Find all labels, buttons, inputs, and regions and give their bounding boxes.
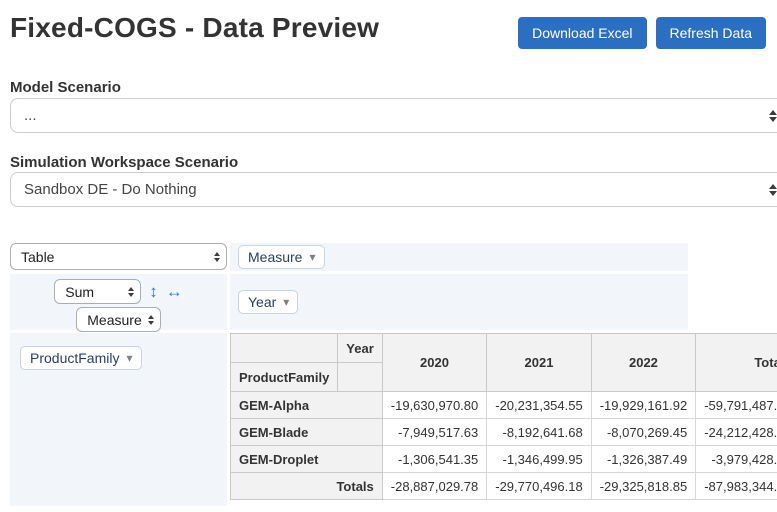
col-header-totals: Totals: [696, 334, 777, 392]
pivot-table: Year 2020 2021 2022 Totals ProductFamily…: [230, 333, 777, 500]
table-row: GEM-Alpha -19,630,970.80 -20,231,354.55 …: [231, 392, 777, 419]
row-total-cell: -3,979,428.78: [696, 446, 777, 473]
workspace-scenario-value: Sandbox DE - Do Nothing: [24, 181, 197, 198]
value-cell: -1,346,499.95: [487, 446, 591, 473]
value-cell: -1,326,387.49: [591, 446, 695, 473]
table-row: GEM-Blade -7,949,517.63 -8,192,641.68 -8…: [231, 419, 777, 446]
dropdown-triangle-icon[interactable]: ▾: [126, 352, 132, 364]
pivot-attr-year[interactable]: Year ▾: [238, 290, 298, 314]
value-cell: -1,306,541.35: [382, 446, 486, 473]
col-header-2021[interactable]: 2021: [487, 334, 591, 392]
pivot-unused-attrs-area: Measure ▾: [230, 243, 688, 271]
total-cell: -29,325,818.85: [591, 473, 695, 500]
model-scenario-value: ...: [24, 107, 37, 124]
pivot-attr-measure[interactable]: Measure ▾: [238, 245, 325, 269]
select-stepper-icon: [214, 252, 220, 262]
pivot-attr-productfamily-label: ProductFamily: [30, 350, 119, 366]
totals-row-label: Totals: [231, 473, 383, 500]
corner-blank-cell: [231, 334, 338, 363]
model-scenario-label: Model Scenario: [10, 79, 121, 96]
pivot-attr-measure-label: Measure: [248, 249, 302, 265]
download-excel-button[interactable]: Download Excel: [518, 17, 646, 49]
pivot-row-attrs-area: ProductFamily ▾: [10, 333, 227, 506]
select-stepper-icon: [769, 110, 777, 122]
renderer-select-value: Table: [21, 249, 54, 265]
row-axis-label: ProductFamily: [231, 363, 338, 392]
select-stepper-icon: [148, 315, 154, 325]
workspace-scenario-select[interactable]: Sandbox DE - Do Nothing: [10, 172, 777, 207]
value-cell: -19,929,161.92: [591, 392, 695, 419]
aggregator-arg-select[interactable]: Measure: [76, 307, 160, 332]
aggregator-select[interactable]: Sum: [54, 279, 141, 304]
pivot-vals-area: Sum ↕ ↔ Measure: [10, 274, 227, 330]
row-label[interactable]: GEM-Blade: [231, 419, 383, 446]
value-cell: -8,070,269.45: [591, 419, 695, 446]
move-vertical-icon[interactable]: ↕: [149, 283, 158, 300]
select-stepper-icon: [128, 287, 134, 297]
select-stepper-icon: [769, 184, 777, 196]
value-cell: -8,192,641.68: [487, 419, 591, 446]
pivot-attr-year-label: Year: [248, 294, 276, 310]
row-label[interactable]: GEM-Alpha: [231, 392, 383, 419]
page-title: Fixed-COGS - Data Preview: [10, 12, 379, 44]
row-label[interactable]: GEM-Droplet: [231, 446, 383, 473]
value-cell: -7,949,517.63: [382, 419, 486, 446]
move-horizontal-icon[interactable]: ↔: [166, 283, 183, 300]
pivot-col-attrs-area: Year ▾: [230, 274, 688, 330]
total-cell: -29,770,496.18: [487, 473, 591, 500]
model-scenario-select[interactable]: ...: [10, 98, 777, 133]
pivot-ui: Table Measure ▾ Sum ↕ ↔ Measure Year: [10, 243, 688, 506]
renderer-select[interactable]: Table: [10, 243, 227, 270]
pivot-output-area: Year 2020 2021 2022 Totals ProductFamily…: [230, 333, 688, 506]
totals-row: Totals -28,887,029.78 -29,770,496.18 -29…: [231, 473, 777, 500]
grand-total-cell: -87,983,344.81: [696, 473, 777, 500]
value-cell: -20,231,354.55: [487, 392, 591, 419]
corner-blank-cell: [338, 363, 382, 392]
table-row: GEM-Droplet -1,306,541.35 -1,346,499.95 …: [231, 446, 777, 473]
col-header-2020[interactable]: 2020: [382, 334, 486, 392]
row-total-cell: -24,212,428.76: [696, 419, 777, 446]
value-cell: -19,630,970.80: [382, 392, 486, 419]
total-cell: -28,887,029.78: [382, 473, 486, 500]
workspace-scenario-label: Simulation Workspace Scenario: [10, 154, 238, 171]
aggregator-select-value: Sum: [65, 284, 94, 300]
col-header-2022[interactable]: 2022: [591, 334, 695, 392]
pivot-attr-productfamily[interactable]: ProductFamily ▾: [20, 346, 142, 370]
row-total-cell: -59,791,487.27: [696, 392, 777, 419]
top-button-group: Download Excel Refresh Data: [518, 17, 766, 49]
aggregator-arg-value: Measure: [87, 312, 141, 328]
pivot-renderer-cell: Table: [10, 243, 227, 271]
refresh-data-button[interactable]: Refresh Data: [656, 17, 766, 49]
col-axis-label: Year: [338, 334, 382, 363]
dropdown-triangle-icon[interactable]: ▾: [283, 296, 289, 308]
dropdown-triangle-icon[interactable]: ▾: [309, 251, 315, 263]
